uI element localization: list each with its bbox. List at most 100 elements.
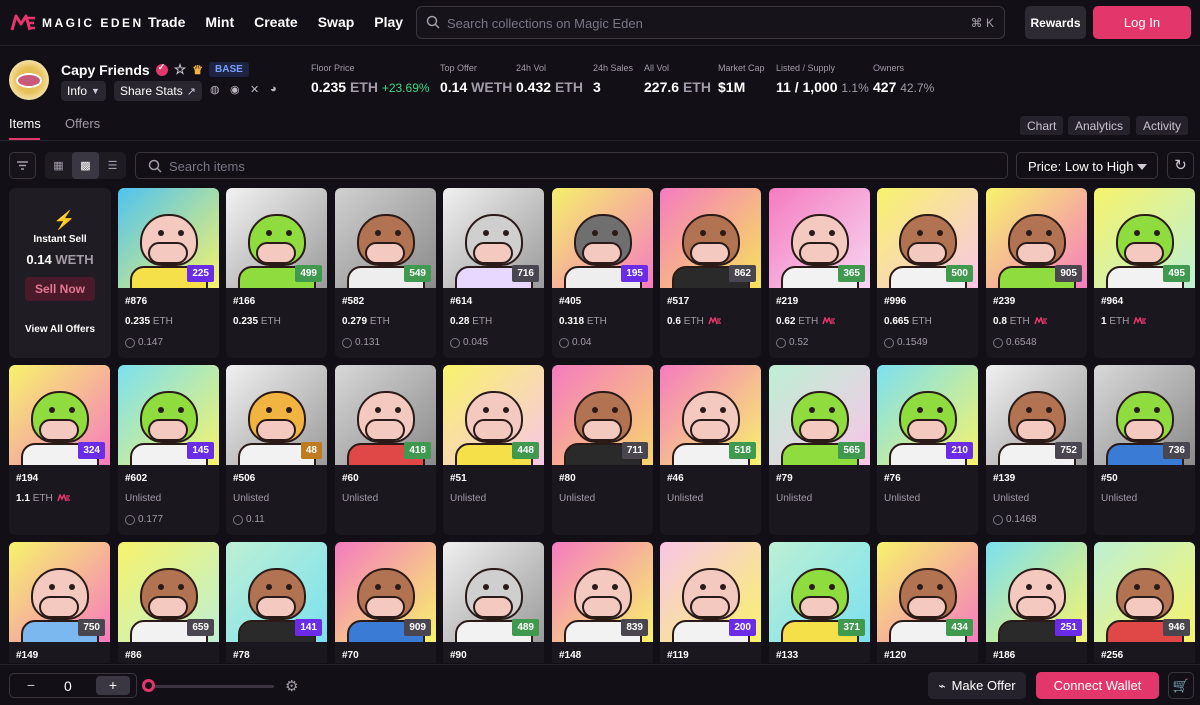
filter-toggle-button[interactable] xyxy=(9,152,36,179)
cart-button[interactable]: 🛒 xyxy=(1168,672,1194,699)
nft-card[interactable]: 518 #46 Unlisted xyxy=(660,365,761,535)
globe-icon[interactable]: ◍ xyxy=(210,83,223,96)
nft-card[interactable]: 434#120Unlisted xyxy=(877,542,978,663)
nft-card[interactable]: 752 #139 Unlisted 0.1468 xyxy=(986,365,1087,535)
nft-card[interactable]: 489#90Unlisted xyxy=(443,542,544,663)
nft-card[interactable]: 251#186Unlisted xyxy=(986,542,1087,663)
nft-card[interactable]: 946#256Unlisted xyxy=(1094,542,1195,663)
gear-icon[interactable]: ⚙ xyxy=(285,677,298,695)
nft-image[interactable]: 225 xyxy=(118,188,219,288)
nft-card[interactable]: 210 #76 Unlisted xyxy=(877,365,978,535)
sell-now-button[interactable]: Sell Now xyxy=(25,277,95,301)
nft-image[interactable]: 418 xyxy=(335,365,436,465)
nft-card[interactable]: 48 #506 Unlisted 0.11 xyxy=(226,365,327,535)
nft-card[interactable]: 736 #50 Unlisted xyxy=(1094,365,1195,535)
nft-card[interactable]: 371#133Unlisted xyxy=(769,542,870,663)
nft-card[interactable]: 495 #964 1 ETH xyxy=(1094,188,1195,358)
tab-items[interactable]: Items xyxy=(9,116,41,131)
nft-image[interactable]: 905 xyxy=(986,188,1087,288)
share-stats-button[interactable]: Share Stats ↗ xyxy=(114,81,202,101)
refresh-button[interactable]: ↻ xyxy=(1167,152,1194,179)
list-view-icon[interactable]: ☰ xyxy=(99,152,126,179)
nav-trade[interactable]: Trade xyxy=(148,14,185,30)
nft-card[interactable]: 324 #194 1.1 ETH xyxy=(9,365,110,535)
nft-image[interactable]: 434 xyxy=(877,542,978,642)
nft-image[interactable]: 500 xyxy=(877,188,978,288)
connect-wallet-button[interactable]: Connect Wallet xyxy=(1036,672,1159,699)
nft-card[interactable]: 905 #239 0.8 ETH 0.6548 xyxy=(986,188,1087,358)
nft-card[interactable]: 862 #517 0.6 ETH xyxy=(660,188,761,358)
nft-image[interactable]: 839 xyxy=(552,542,653,642)
nft-image[interactable]: 489 xyxy=(443,542,544,642)
login-button[interactable]: Log In xyxy=(1093,6,1191,39)
nft-image[interactable]: 365 xyxy=(769,188,870,288)
nft-image[interactable]: 909 xyxy=(335,542,436,642)
tab-chart[interactable]: Chart xyxy=(1020,116,1064,135)
tab-analytics[interactable]: Analytics xyxy=(1068,116,1131,135)
nft-image[interactable]: 736 xyxy=(1094,365,1195,465)
nft-image[interactable]: 862 xyxy=(660,188,761,288)
nav-play[interactable]: Play xyxy=(374,14,403,30)
magic-eden-logo[interactable]: MAGIC EDEN xyxy=(10,12,144,34)
nft-card[interactable]: 711 #80 Unlisted xyxy=(552,365,653,535)
grid-small-icon[interactable]: ▩ xyxy=(72,152,99,179)
discord-icon[interactable]: ◉ xyxy=(230,83,243,96)
nft-card[interactable]: 716 #614 0.28 ETH 0.045 xyxy=(443,188,544,358)
nav-create[interactable]: Create xyxy=(254,14,298,30)
quantity-value[interactable]: 0 xyxy=(64,678,72,694)
nft-image[interactable]: 210 xyxy=(877,365,978,465)
global-search-input[interactable]: Search collections on Magic Eden ⌘ K xyxy=(416,6,1005,39)
decrement-button[interactable]: − xyxy=(16,676,46,695)
nft-card[interactable]: 145 #602 Unlisted 0.177 xyxy=(118,365,219,535)
nft-card[interactable]: 418 #60 Unlisted xyxy=(335,365,436,535)
nft-image[interactable]: 752 xyxy=(986,365,1087,465)
nft-image[interactable]: 495 xyxy=(1094,188,1195,288)
x-twitter-icon[interactable]: ✕ xyxy=(250,83,263,96)
nft-image[interactable]: 518 xyxy=(660,365,761,465)
nft-card[interactable]: 141#78Unlisted xyxy=(226,542,327,663)
nft-image[interactable]: 716 xyxy=(443,188,544,288)
nft-card[interactable]: 365 #219 0.62 ETH 0.52 xyxy=(769,188,870,358)
nft-image[interactable]: 750 xyxy=(9,542,110,642)
nft-card[interactable]: 549 #582 0.279 ETH 0.131 xyxy=(335,188,436,358)
nft-image[interactable]: 448 xyxy=(443,365,544,465)
items-search-input[interactable]: Search items xyxy=(135,152,1008,179)
nft-card[interactable]: 839#148Unlisted xyxy=(552,542,653,663)
nft-image[interactable]: 565 xyxy=(769,365,870,465)
tab-activity[interactable]: Activity xyxy=(1136,116,1189,135)
nft-card[interactable]: 909#70Unlisted xyxy=(335,542,436,663)
nft-image[interactable]: 141 xyxy=(226,542,327,642)
sort-dropdown[interactable]: Price: Low to High xyxy=(1016,152,1158,179)
nft-image[interactable]: 549 xyxy=(335,188,436,288)
nft-image[interactable]: 200 xyxy=(660,542,761,642)
increment-button[interactable]: + xyxy=(96,676,130,695)
nft-card[interactable]: 448 #51 Unlisted xyxy=(443,365,544,535)
nft-image[interactable]: 659 xyxy=(118,542,219,642)
sweep-slider-handle[interactable] xyxy=(142,679,155,692)
nft-card[interactable]: 499 #166 0.235 ETH xyxy=(226,188,327,358)
star-icon[interactable]: ☆ xyxy=(174,61,187,78)
nft-card[interactable]: 225 #876 0.235 ETH 0.147 xyxy=(118,188,219,358)
nft-card[interactable]: 750#149Unlisted xyxy=(9,542,110,663)
nft-image[interactable]: 371 xyxy=(769,542,870,642)
nft-card[interactable]: 195 #405 0.318 ETH 0.04 xyxy=(552,188,653,358)
grid-large-icon[interactable]: ▦ xyxy=(45,152,72,179)
nft-card[interactable]: 659#86Unlisted xyxy=(118,542,219,663)
rewards-button[interactable]: Rewards xyxy=(1025,6,1086,39)
opensea-icon[interactable]: ◕ xyxy=(270,83,283,96)
tab-offers[interactable]: Offers xyxy=(65,116,100,131)
make-offer-button[interactable]: ⌁ Make Offer xyxy=(928,672,1026,699)
nft-card[interactable]: 200#119Unlisted xyxy=(660,542,761,663)
nft-image[interactable]: 711 xyxy=(552,365,653,465)
nft-card[interactable]: 500 #996 0.665 ETH 0.1549 xyxy=(877,188,978,358)
nft-image[interactable]: 251 xyxy=(986,542,1087,642)
nft-image[interactable]: 946 xyxy=(1094,542,1195,642)
nft-image[interactable]: 324 xyxy=(9,365,110,465)
nft-image[interactable]: 195 xyxy=(552,188,653,288)
nft-image[interactable]: 499 xyxy=(226,188,327,288)
view-all-offers-link[interactable]: View All Offers xyxy=(9,324,111,335)
info-dropdown[interactable]: Info ▼ xyxy=(61,81,106,101)
sweep-slider-track[interactable] xyxy=(148,685,274,688)
nav-mint[interactable]: Mint xyxy=(205,14,234,30)
nft-image[interactable]: 145 xyxy=(118,365,219,465)
